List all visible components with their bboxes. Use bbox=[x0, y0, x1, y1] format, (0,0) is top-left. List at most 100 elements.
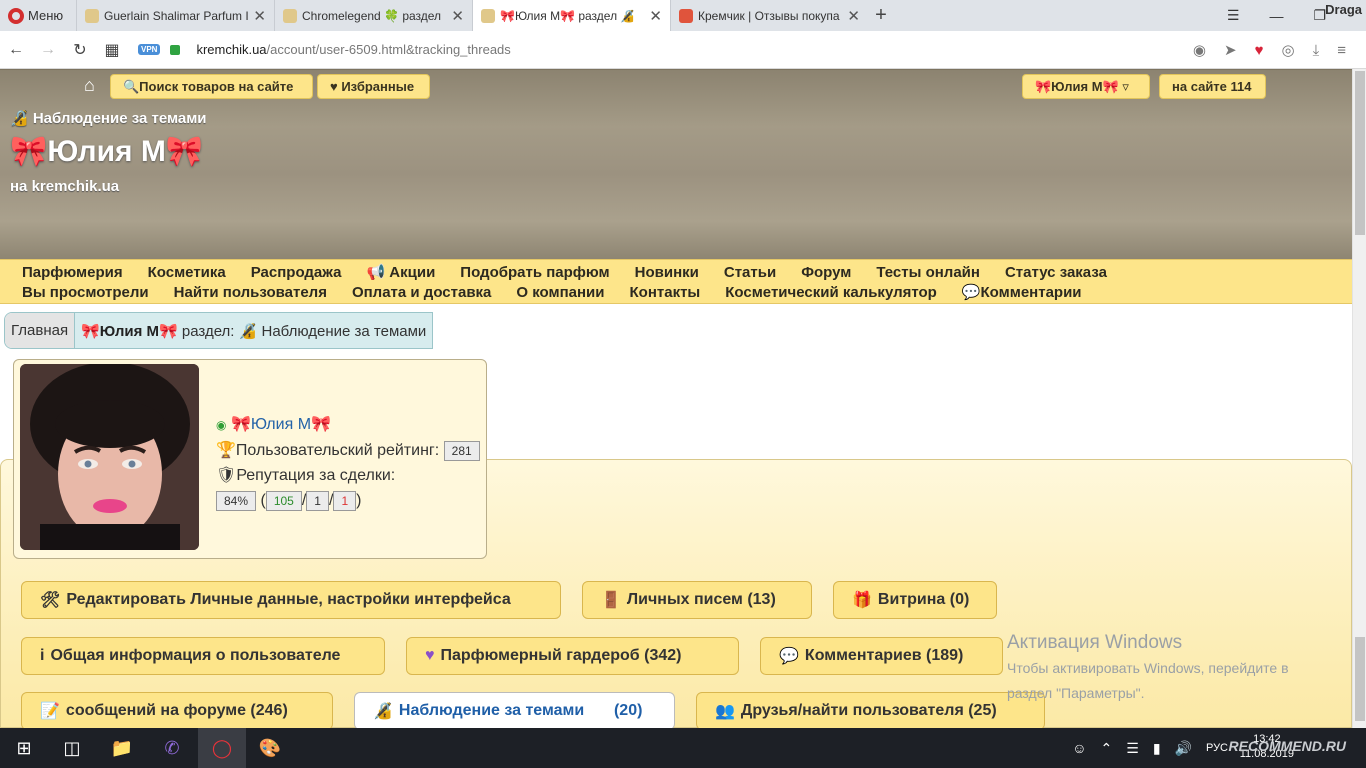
people-tray-icon[interactable]: ☺ bbox=[1072, 740, 1086, 756]
user-info-button[interactable]: i Общая информация о пользователе bbox=[21, 637, 385, 675]
info-icon: i bbox=[40, 647, 45, 664]
reputation-negative[interactable]: 1 bbox=[333, 491, 357, 511]
reputation-percent: 84% bbox=[216, 491, 257, 511]
rating-label: Пользовательский рейтинг: bbox=[235, 442, 440, 459]
browser-tab-active[interactable]: 🎀Юлия М🎀 раздел 🔏 ✕ bbox=[472, 0, 670, 31]
letters-button[interactable]: 🚪 Личных писем (13) bbox=[582, 581, 812, 619]
nav-link[interactable]: Подобрать парфюм bbox=[460, 264, 609, 281]
vpn-badge[interactable]: VPN bbox=[138, 44, 161, 55]
forum-messages-button[interactable]: 📝 сообщений на форуме (246) bbox=[21, 692, 333, 728]
nav-link[interactable]: Контакты bbox=[630, 284, 701, 301]
camera-icon[interactable]: ◉ bbox=[1193, 41, 1206, 59]
showcase-button[interactable]: 🎁 Витрина (0) bbox=[833, 581, 997, 619]
url-field[interactable]: kremchik.ua/account/user-6509.html&track… bbox=[196, 42, 510, 57]
home-icon[interactable]: ⌂ bbox=[84, 75, 104, 95]
page-scrollbar[interactable] bbox=[1352, 69, 1366, 728]
more-icon[interactable]: ≡ bbox=[1337, 42, 1346, 59]
nav-link[interactable]: Статус заказа bbox=[1005, 264, 1107, 281]
reload-icon[interactable]: ↻ bbox=[64, 40, 96, 60]
browser-menu-button[interactable]: Меню bbox=[0, 0, 76, 31]
tracking-threads-button[interactable]: 🔏 Наблюдение за темами (20) bbox=[354, 692, 675, 728]
nav-link[interactable]: Новинки bbox=[635, 264, 699, 281]
nav-row-2: Вы просмотрели Найти пользователя Оплата… bbox=[22, 282, 1330, 302]
send-icon[interactable]: ➤ bbox=[1224, 41, 1237, 59]
tab-menu-icon[interactable]: ☰ bbox=[1227, 7, 1240, 24]
search-products-button[interactable]: 🔍Поиск товаров на сайте bbox=[110, 74, 313, 99]
reputation-neutral[interactable]: 1 bbox=[306, 491, 329, 511]
reputation-row: 🛡Репутация за сделки: bbox=[216, 463, 480, 488]
tab-close-icon[interactable]: ✕ bbox=[253, 7, 266, 25]
nav-link[interactable]: Вы просмотрели bbox=[22, 284, 149, 301]
edit-profile-button[interactable]: 🛠 Редактировать Личные данные, настройки … bbox=[21, 581, 561, 619]
tab-close-icon[interactable]: ✕ bbox=[451, 7, 464, 25]
tools-icon: 🛠 bbox=[40, 592, 61, 609]
reputation-positive[interactable]: 105 bbox=[265, 491, 302, 511]
browser-tab-bar: Меню Guerlain Shalimar Parfum I ✕ Chrome… bbox=[0, 0, 1366, 31]
task-view-icon[interactable]: ◫ bbox=[48, 728, 96, 768]
speed-dial-icon[interactable]: ▦ bbox=[96, 40, 128, 60]
tab-close-icon[interactable]: ✕ bbox=[649, 7, 662, 25]
friends-button[interactable]: 👥 Друзья/найти пользователя (25) bbox=[696, 692, 1045, 728]
comments-button[interactable]: 💬 Комментариев (189) bbox=[760, 637, 1003, 675]
breadcrumb-home[interactable]: Главная bbox=[5, 313, 76, 348]
memo-icon: 📝 bbox=[40, 703, 60, 720]
speech-bubble-icon: 💬 bbox=[779, 648, 799, 665]
user-title: 🎀Юлия М🎀 bbox=[10, 135, 204, 168]
nav-link[interactable]: О компании bbox=[516, 284, 604, 301]
user-menu-button[interactable]: 🎀Юлия М🎀 ▿ bbox=[1022, 74, 1150, 99]
nav-link[interactable]: Найти пользователя bbox=[174, 284, 327, 301]
opera-taskbar-icon[interactable]: ◯ bbox=[198, 728, 246, 768]
forum-messages-label: сообщений на форуме (246) bbox=[65, 702, 288, 719]
file-explorer-icon[interactable]: 📁 bbox=[98, 728, 146, 768]
secure-lock-icon[interactable] bbox=[170, 44, 181, 55]
browser-tab[interactable]: Chromelegend 🍀 раздел ✕ bbox=[274, 0, 472, 31]
restore-icon[interactable]: ❐ bbox=[1313, 7, 1326, 24]
nav-link[interactable]: Тесты онлайн bbox=[876, 264, 980, 281]
volume-icon[interactable]: 🔊 bbox=[1175, 740, 1192, 757]
nav-link[interactable]: Косметический калькулятор bbox=[725, 284, 937, 301]
avatar[interactable] bbox=[20, 364, 199, 550]
favorites-button[interactable]: ♥ Избранные bbox=[317, 74, 430, 99]
network-icon[interactable]: ☰ bbox=[1126, 740, 1139, 757]
heart-icon[interactable]: ♥ bbox=[1255, 42, 1264, 59]
tray-chevron-icon[interactable]: ⌃ bbox=[1101, 740, 1113, 757]
nav-link[interactable]: Статьи bbox=[724, 264, 776, 281]
site-subtitle: на kremchik.ua bbox=[10, 178, 120, 195]
new-tab-button[interactable]: + bbox=[868, 0, 894, 31]
nav-link[interactable]: Парфюмерия bbox=[22, 264, 123, 281]
battery-icon[interactable]: ▮ bbox=[1153, 740, 1161, 757]
browser-tab[interactable]: Guerlain Shalimar Parfum I ✕ bbox=[76, 0, 274, 31]
start-button[interactable]: ⊞ bbox=[0, 728, 48, 768]
tab-favicon bbox=[85, 8, 99, 23]
nav-link[interactable]: 📢 Акции bbox=[366, 263, 435, 281]
site-header: ⌂ 🔍Поиск товаров на сайте ♥ Избранные 🎀Ю… bbox=[0, 69, 1352, 259]
download-icon[interactable]: ⤓ bbox=[1313, 42, 1320, 59]
tab-title: Кремчик | Отзывы покупа bbox=[698, 8, 840, 23]
tab-close-icon[interactable]: ✕ bbox=[847, 7, 860, 25]
nav-link[interactable]: Форум bbox=[801, 264, 851, 281]
scrollbar-thumb-lower[interactable] bbox=[1355, 637, 1365, 721]
scrollbar-thumb[interactable] bbox=[1355, 71, 1365, 235]
browser-tab[interactable]: Кремчик | Отзывы покупа ✕ bbox=[670, 0, 868, 31]
breadcrumb: Главная 🎀Юлия М🎀 раздел: 🔏 Наблюдение за… bbox=[4, 312, 434, 349]
nav-link[interactable]: Распродажа bbox=[251, 264, 342, 281]
online-count-button[interactable]: на сайте 114 bbox=[1159, 74, 1266, 99]
nav-link[interactable]: 💬Комментарии bbox=[962, 283, 1082, 301]
breadcrumb-user[interactable]: 🎀Юлия М🎀 bbox=[81, 322, 178, 340]
nav-link[interactable]: Косметика bbox=[148, 264, 226, 281]
viber-icon[interactable]: ✆ bbox=[148, 728, 196, 768]
back-icon[interactable]: ← bbox=[0, 41, 32, 59]
windows-activation-watermark: Активация Windows Чтобы активировать Win… bbox=[1007, 632, 1289, 704]
tab-title: Chromelegend 🍀 раздел bbox=[302, 8, 442, 23]
minimize-icon[interactable]: — bbox=[1269, 8, 1283, 24]
paint-icon[interactable]: 🎨 bbox=[246, 728, 294, 768]
online-status-icon: ◉ bbox=[216, 418, 227, 432]
tracking-threads-label: Наблюдение за темами bbox=[398, 702, 585, 719]
wardrobe-button[interactable]: ♥ Парфюмерный гардероб (342) bbox=[406, 637, 739, 675]
profile-name[interactable]: 🎀Юлия М🎀 bbox=[231, 416, 331, 433]
forward-icon[interactable]: → bbox=[32, 41, 64, 59]
trophy-icon: 🏆 bbox=[216, 442, 236, 459]
language-indicator[interactable]: РУС bbox=[1206, 742, 1228, 754]
easy-setup-icon[interactable]: ◎ bbox=[1282, 41, 1295, 59]
nav-link[interactable]: Оплата и доставка bbox=[352, 284, 491, 301]
